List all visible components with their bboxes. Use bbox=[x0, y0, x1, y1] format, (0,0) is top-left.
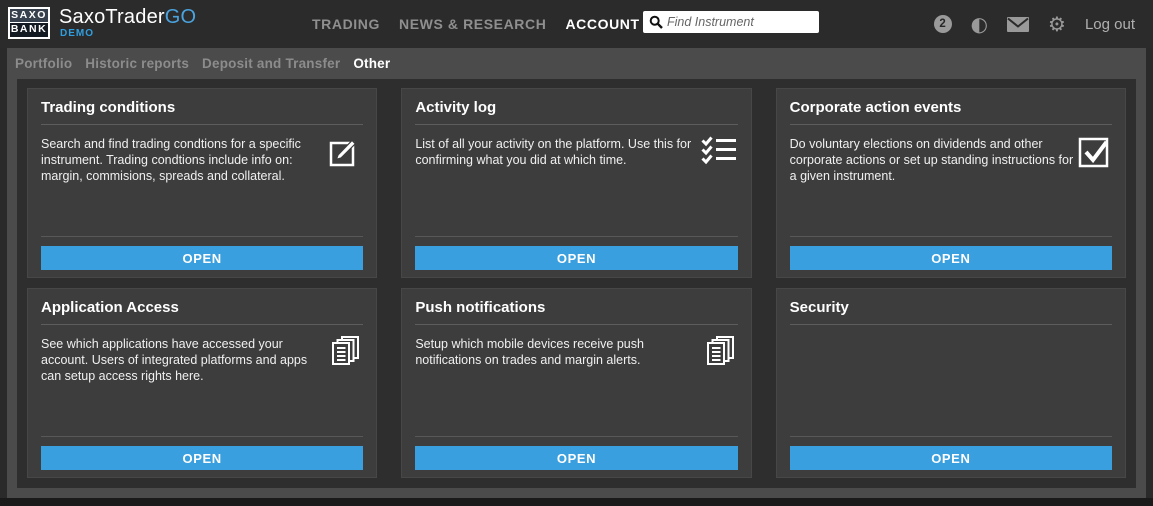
card-body: See which applications have accessed you… bbox=[41, 325, 363, 384]
tab-historic-reports[interactable]: Historic reports bbox=[85, 56, 189, 71]
card-title: Trading conditions bbox=[41, 89, 363, 125]
open-security-button[interactable]: OPEN bbox=[790, 446, 1112, 470]
app-title-go: GO bbox=[165, 6, 197, 28]
window-bottom-edge bbox=[0, 498, 1153, 506]
checklist-icon bbox=[701, 135, 737, 170]
search-icon bbox=[649, 15, 663, 29]
account-tab-bar: Portfolio Historic reports Deposit and T… bbox=[7, 48, 1146, 79]
tab-portfolio[interactable]: Portfolio bbox=[15, 56, 72, 71]
card-footer: OPEN bbox=[41, 436, 363, 470]
card-body: Do voluntary elections on dividends and … bbox=[790, 125, 1112, 184]
card-footer: OPEN bbox=[415, 436, 737, 470]
open-push-notifications-button[interactable]: OPEN bbox=[415, 446, 737, 470]
card-title: Push notifications bbox=[415, 289, 737, 325]
instrument-search bbox=[643, 11, 819, 33]
tab-other[interactable]: Other bbox=[353, 56, 390, 71]
app-title-text: SaxoTrader bbox=[59, 6, 165, 28]
card-title: Activity log bbox=[415, 89, 737, 125]
card-body: Search and find trading condtions for a … bbox=[41, 125, 363, 184]
card-security: Security OPEN bbox=[776, 288, 1126, 478]
logo-line-bank: BANK bbox=[10, 23, 48, 37]
content-panel: Trading conditions Search and find tradi… bbox=[17, 79, 1136, 488]
tab-deposit-and-transfer[interactable]: Deposit and Transfer bbox=[202, 56, 340, 71]
card-corporate-action-events: Corporate action events Do voluntary ele… bbox=[776, 88, 1126, 278]
open-activity-log-button[interactable]: OPEN bbox=[415, 246, 737, 270]
nav-item-news-research[interactable]: NEWS & RESEARCH bbox=[399, 16, 546, 32]
open-corporate-actions-button[interactable]: OPEN bbox=[790, 246, 1112, 270]
card-footer: OPEN bbox=[790, 436, 1112, 470]
account-section-frame: Portfolio Historic reports Deposit and T… bbox=[7, 48, 1146, 498]
card-title: Corporate action events bbox=[790, 89, 1112, 125]
open-application-access-button[interactable]: OPEN bbox=[41, 446, 363, 470]
card-activity-log: Activity log List of all your activity o… bbox=[401, 88, 751, 278]
edit-document-icon bbox=[328, 135, 362, 174]
card-title: Security bbox=[790, 289, 1112, 325]
card-description: Do voluntary elections on dividends and … bbox=[790, 136, 1079, 184]
nav-item-trading[interactable]: TRADING bbox=[312, 16, 380, 32]
open-trading-conditions-button[interactable]: OPEN bbox=[41, 246, 363, 270]
saxo-bank-logo: SAXO BANK bbox=[8, 7, 50, 39]
demo-label: DEMO bbox=[60, 28, 94, 39]
card-description: See which applications have accessed you… bbox=[41, 336, 330, 384]
logo-line-saxo: SAXO bbox=[10, 9, 48, 23]
nav-item-account[interactable]: ACCOUNT bbox=[565, 16, 639, 32]
top-right-icons: 2 ◐ ⚙ Log out bbox=[934, 0, 1135, 48]
gear-icon[interactable]: ⚙ bbox=[1048, 14, 1066, 34]
contrast-icon[interactable]: ◐ bbox=[971, 14, 988, 34]
logout-button[interactable]: Log out bbox=[1085, 16, 1135, 33]
top-bar: SAXO BANK SaxoTraderGO DEMO TRADING NEWS… bbox=[0, 0, 1153, 48]
app-title: SaxoTraderGO bbox=[59, 6, 196, 29]
card-footer: OPEN bbox=[415, 236, 737, 270]
cards-grid: Trading conditions Search and find tradi… bbox=[17, 79, 1136, 488]
card-description: List of all your activity on the platfor… bbox=[415, 136, 704, 168]
main-nav: TRADING NEWS & RESEARCH ACCOUNT bbox=[312, 0, 640, 48]
documents-stack-icon bbox=[328, 335, 362, 374]
card-body: List of all your activity on the platfor… bbox=[415, 125, 737, 168]
mail-icon[interactable] bbox=[1007, 17, 1029, 32]
card-footer: OPEN bbox=[790, 236, 1112, 270]
card-body bbox=[790, 325, 1112, 336]
card-trading-conditions: Trading conditions Search and find tradi… bbox=[27, 88, 377, 278]
search-input[interactable] bbox=[667, 11, 819, 33]
checkbox-checked-icon bbox=[1077, 135, 1111, 174]
notification-badge-icon[interactable]: 2 bbox=[934, 15, 952, 33]
card-push-notifications: Push notifications Setup which mobile de… bbox=[401, 288, 751, 478]
card-description: Setup which mobile devices receive push … bbox=[415, 336, 704, 368]
card-title: Application Access bbox=[41, 289, 363, 325]
documents-stack-icon bbox=[703, 335, 737, 374]
card-application-access: Application Access See which application… bbox=[27, 288, 377, 478]
card-body: Setup which mobile devices receive push … bbox=[415, 325, 737, 368]
card-description: Search and find trading condtions for a … bbox=[41, 136, 330, 184]
card-footer: OPEN bbox=[41, 236, 363, 270]
